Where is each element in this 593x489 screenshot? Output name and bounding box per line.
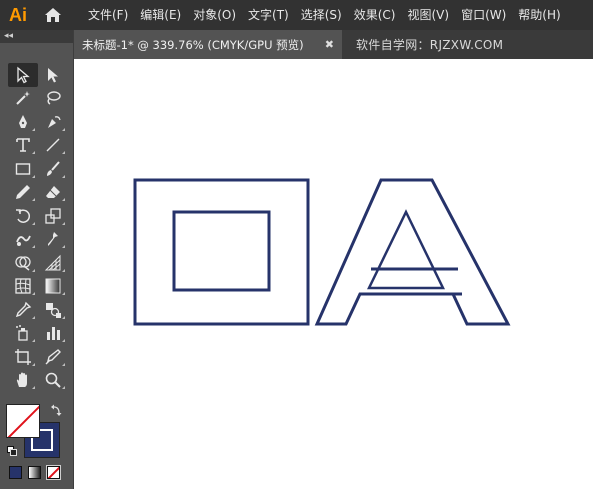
column-graph-tool[interactable] xyxy=(38,322,68,346)
menu-effect[interactable]: 效果(C) xyxy=(348,0,402,30)
puppet-warp-tool[interactable] xyxy=(38,228,68,252)
default-fill-stroke-icon[interactable] xyxy=(7,446,17,456)
menu-object[interactable]: 对象(O) xyxy=(187,0,242,30)
document-tab[interactable]: 未标题-1* @ 339.76% (CMYK/GPU 预览) ✖ xyxy=(74,30,342,59)
shape-builder-tool[interactable] xyxy=(8,251,38,275)
warp-tool[interactable] xyxy=(8,228,38,252)
artboard-icon xyxy=(15,348,31,365)
mesh-icon xyxy=(15,278,31,294)
artwork xyxy=(133,178,511,326)
column-graph-icon xyxy=(47,327,60,341)
magic-wand-tool[interactable] xyxy=(8,87,38,111)
none-mode-button[interactable] xyxy=(46,465,61,480)
paintbrush-icon xyxy=(47,161,60,176)
rectangle-icon xyxy=(15,163,31,175)
hand-icon xyxy=(16,372,27,388)
inner-rectangle-shape[interactable] xyxy=(172,210,271,292)
artboard-canvas[interactable] xyxy=(74,59,593,489)
close-tab-icon[interactable]: ✖ xyxy=(325,38,334,51)
pencil-tool[interactable] xyxy=(8,181,38,205)
perspective-grid-icon xyxy=(44,254,61,271)
lasso-icon xyxy=(47,91,61,105)
eyedropper-icon xyxy=(15,301,32,317)
paintbrush-tool[interactable] xyxy=(38,157,68,181)
magic-wand-icon xyxy=(16,91,30,105)
symbol-sprayer-tool[interactable] xyxy=(8,322,38,346)
letter-a-outline-shape[interactable] xyxy=(314,178,511,326)
home-icon xyxy=(45,8,61,22)
color-mode-buttons xyxy=(9,465,61,480)
pen-tool[interactable] xyxy=(8,110,38,134)
pencil-icon xyxy=(16,185,30,200)
pen-icon xyxy=(19,114,27,128)
scale-icon xyxy=(45,208,61,224)
document-tab-title: 未标题-1* @ 339.76% (CMYK/GPU 预览) xyxy=(82,37,304,52)
rotate-icon xyxy=(16,209,31,223)
perspective-grid-tool[interactable] xyxy=(38,251,68,275)
eraser-tool[interactable] xyxy=(38,181,68,205)
gradient-tool[interactable] xyxy=(38,275,68,299)
watermark-text: 软件自学网：RJZXW.COM xyxy=(356,38,504,52)
menu-select[interactable]: 选择(S) xyxy=(295,0,348,30)
swap-fill-stroke-icon[interactable] xyxy=(50,403,62,417)
fill-swatch[interactable] xyxy=(6,404,40,438)
type-tool[interactable] xyxy=(8,134,38,158)
slice-tool[interactable] xyxy=(38,345,68,369)
rectangle-tool[interactable] xyxy=(8,157,38,181)
eyedropper-tool[interactable] xyxy=(8,298,38,322)
hand-tool[interactable] xyxy=(8,369,38,393)
collapse-panel-icon[interactable]: ◂◂ xyxy=(4,30,13,43)
gradient-icon xyxy=(45,278,61,294)
curvature-pen-icon xyxy=(48,115,61,128)
puppet-warp-icon xyxy=(48,232,58,247)
color-mode-button[interactable] xyxy=(9,466,22,479)
artboard-tool[interactable] xyxy=(8,345,38,369)
line-segment-tool[interactable] xyxy=(38,134,68,158)
symbol-sprayer-icon xyxy=(16,325,28,341)
menu-view[interactable]: 视图(V) xyxy=(401,0,455,30)
menu-items: 文件(F) 编辑(E) 对象(O) 文字(T) 选择(S) 效果(C) 视图(V… xyxy=(82,0,567,30)
menu-bar: Ai 文件(F) 编辑(E) 对象(O) 文字(T) 选择(S) 效果(C) 视… xyxy=(0,0,593,30)
menu-type[interactable]: 文字(T) xyxy=(242,0,295,30)
menu-edit[interactable]: 编辑(E) xyxy=(134,0,187,30)
letter-a-counter-shape[interactable] xyxy=(367,209,445,290)
blend-icon xyxy=(46,302,61,318)
tool-grid xyxy=(8,63,68,392)
menu-file[interactable]: 文件(F) xyxy=(82,0,134,30)
zoom-icon xyxy=(45,372,61,388)
outer-rectangle-shape[interactable] xyxy=(133,178,310,326)
lasso-tool[interactable] xyxy=(38,87,68,111)
scale-tool[interactable] xyxy=(38,204,68,228)
document-tab-bar: 未标题-1* @ 339.76% (CMYK/GPU 预览) ✖ 软件自学网：R… xyxy=(74,30,593,59)
home-button[interactable] xyxy=(36,0,70,30)
line-segment-icon xyxy=(46,138,60,152)
tools-panel-header: ◂◂ xyxy=(0,30,73,43)
menu-help[interactable]: 帮助(H) xyxy=(512,0,566,30)
direct-selection-arrow-icon xyxy=(48,67,58,83)
menu-window[interactable]: 窗口(W) xyxy=(455,0,512,30)
warp-icon xyxy=(16,235,31,247)
shape-builder-icon xyxy=(15,256,31,271)
direct-selection-tool[interactable] xyxy=(38,63,68,87)
zoom-tool[interactable] xyxy=(38,369,68,393)
rotate-tool[interactable] xyxy=(8,204,38,228)
slice-icon xyxy=(45,348,61,365)
gradient-mode-button[interactable] xyxy=(28,466,41,479)
mesh-tool[interactable] xyxy=(8,275,38,299)
eraser-icon xyxy=(46,186,60,199)
app-logo: Ai xyxy=(9,4,27,25)
blend-tool[interactable] xyxy=(38,298,68,322)
selection-arrow-icon xyxy=(17,66,30,84)
type-icon xyxy=(16,138,30,153)
curvature-tool[interactable] xyxy=(38,110,68,134)
selection-tool[interactable] xyxy=(8,63,38,87)
